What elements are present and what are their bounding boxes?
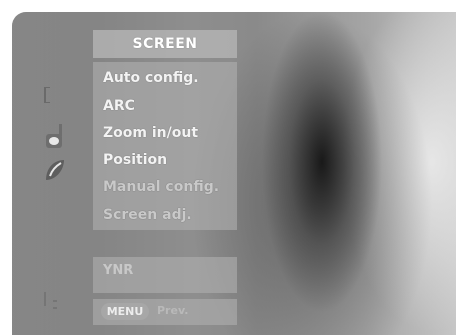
menu-item-zoom[interactable]: Zoom in/out bbox=[103, 125, 198, 141]
footer-bar: MENU Prev. bbox=[93, 299, 237, 325]
leaf-icon[interactable] bbox=[42, 156, 68, 184]
menu-item-position[interactable]: Position bbox=[103, 152, 167, 168]
menu-item-screen-adj[interactable]: Screen adj. bbox=[103, 207, 192, 223]
osd-frame: SCREEN Auto config. ARC Zoom in/out Posi… bbox=[0, 0, 456, 335]
menu-item-ynr[interactable]: YNR bbox=[103, 263, 133, 278]
dotted-bracket-icon bbox=[44, 292, 52, 306]
dot-mark bbox=[53, 307, 57, 309]
menu-title: SCREEN bbox=[93, 30, 237, 58]
menu-item-manual-config[interactable]: Manual config. bbox=[103, 179, 219, 195]
bracket-icon bbox=[44, 87, 50, 103]
dot-mark bbox=[53, 300, 57, 302]
menu-item-auto-config[interactable]: Auto config. bbox=[103, 70, 199, 86]
menu-list: Auto config. ARC Zoom in/out Position Ma… bbox=[93, 62, 237, 230]
prev-label: Prev. bbox=[157, 304, 189, 317]
menu-key-button[interactable]: MENU bbox=[101, 303, 149, 320]
ynr-panel: YNR bbox=[93, 257, 237, 293]
screen-icon[interactable] bbox=[44, 122, 66, 150]
menu-item-arc[interactable]: ARC bbox=[103, 98, 135, 114]
